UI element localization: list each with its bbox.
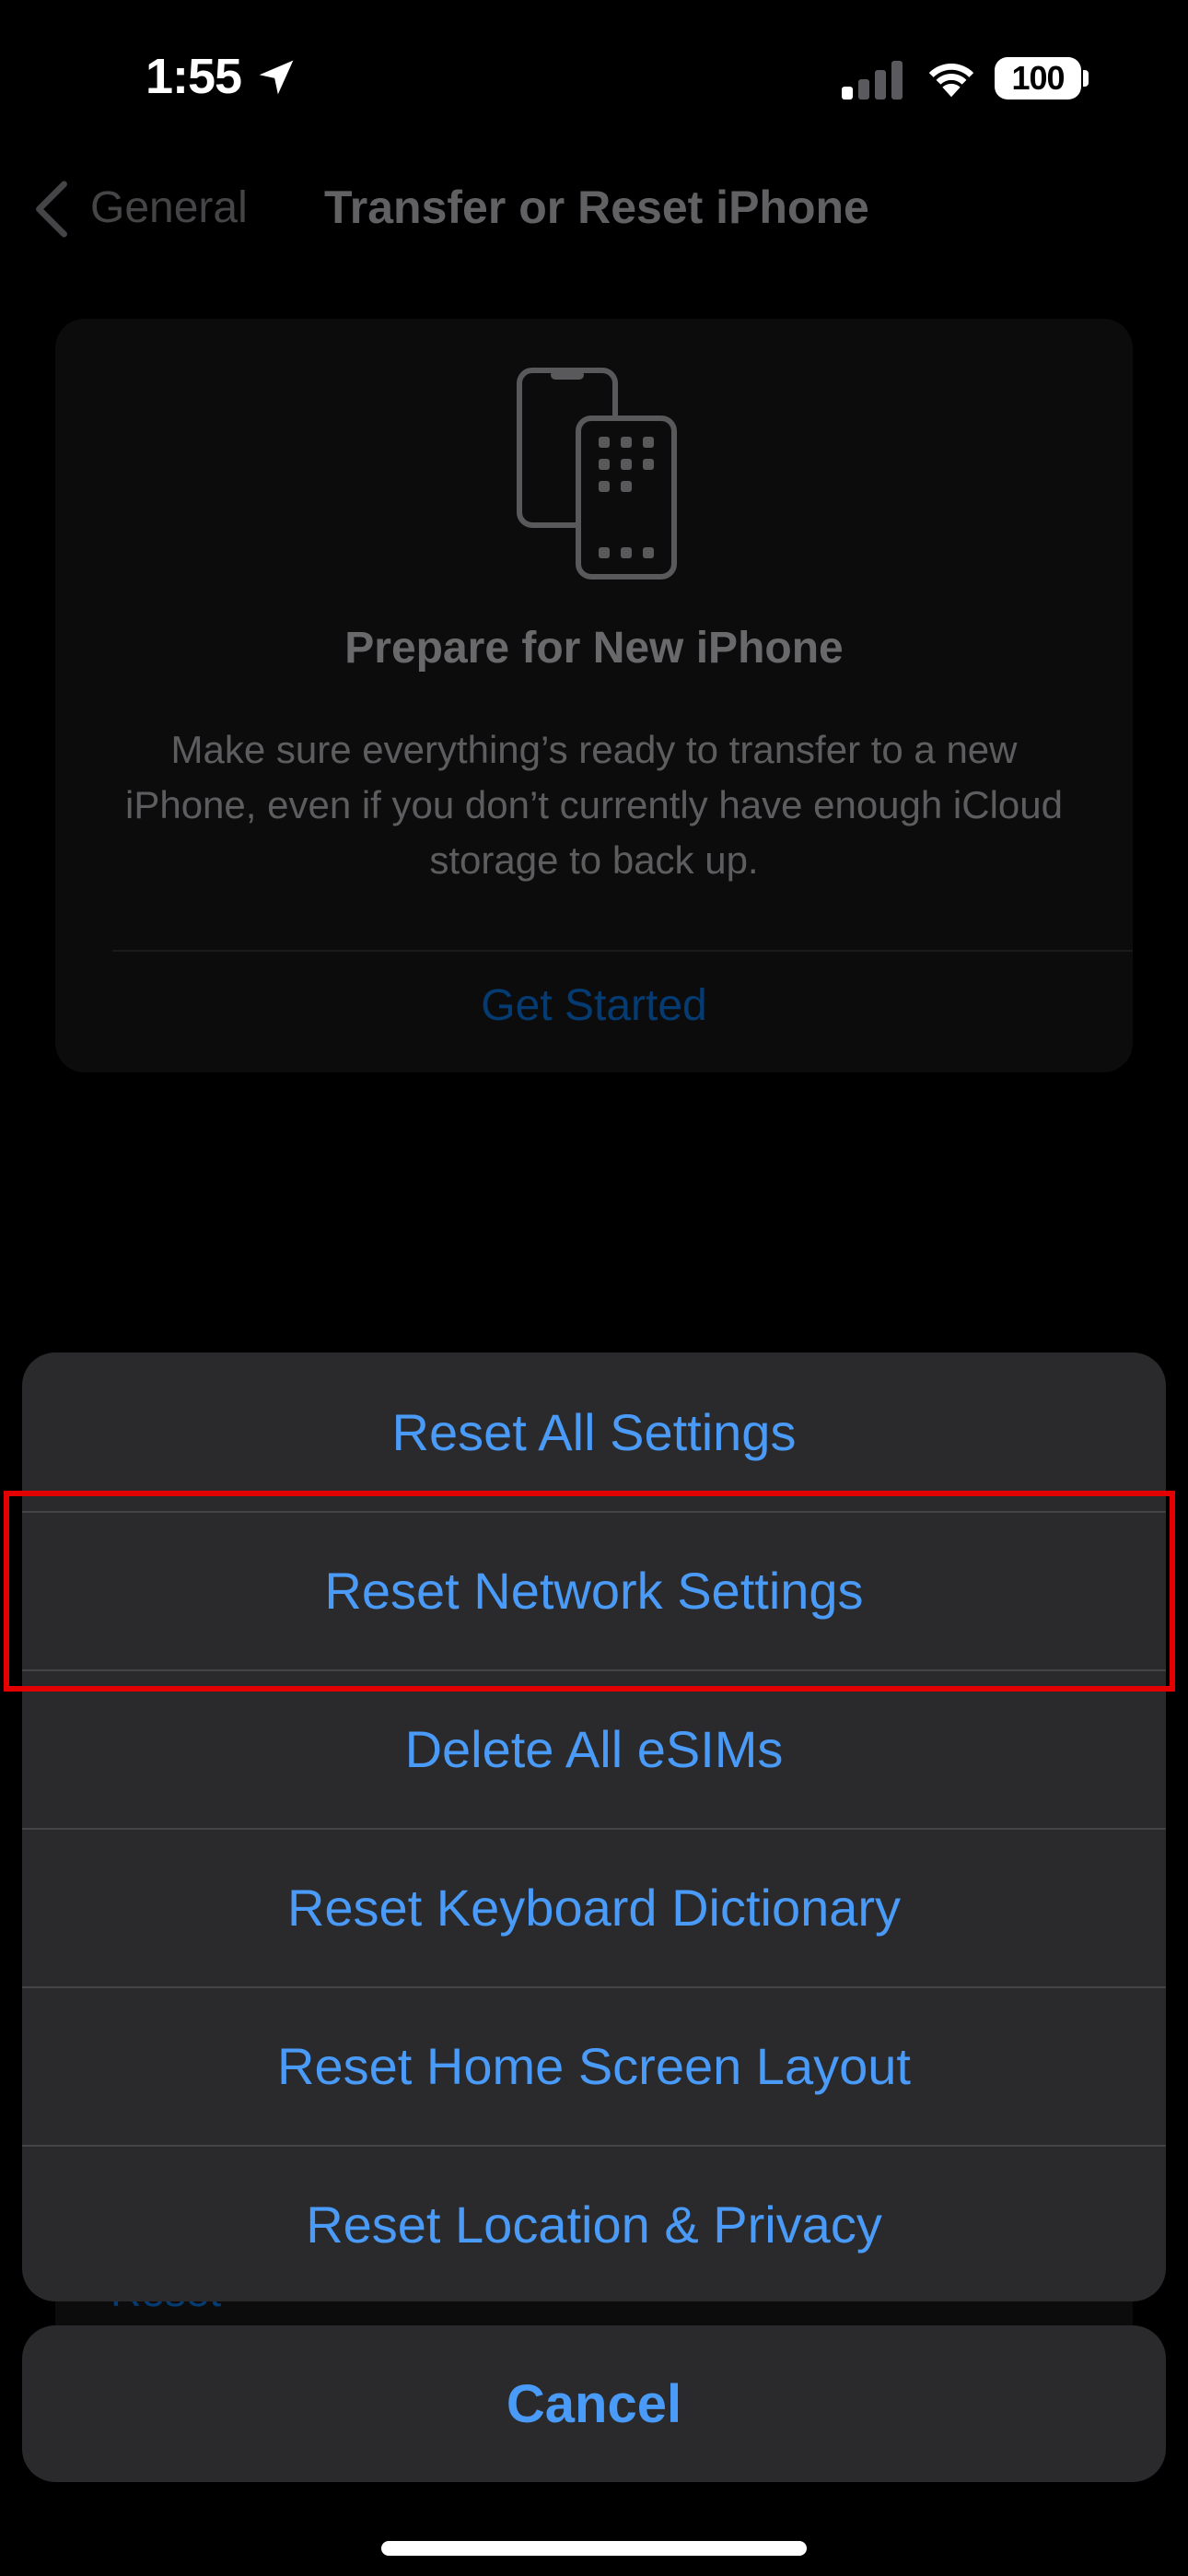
location-arrow-icon <box>259 60 294 95</box>
prepare-title: Prepare for New iPhone <box>344 624 844 673</box>
cellular-signal-icon <box>842 61 903 100</box>
divider <box>112 950 1133 952</box>
reset-home-screen-layout-button[interactable]: Reset Home Screen Layout <box>22 1986 1166 2145</box>
delete-all-esims-button[interactable]: Delete All eSIMs <box>22 1669 1166 1828</box>
battery-level: 100 <box>1011 59 1065 97</box>
nav-bar: General Transfer or Reset iPhone <box>0 166 1188 258</box>
status-time: 1:55 <box>146 49 242 104</box>
back-button[interactable]: General <box>90 182 248 233</box>
home-indicator[interactable] <box>381 2541 807 2556</box>
status-bar: 1:55 100 <box>0 0 1188 157</box>
highlight-annotation <box>4 1491 1175 1692</box>
screen: 1:55 100 General Transfer or Reset iPhon… <box>0 0 1188 2576</box>
battery-nub <box>1083 70 1089 87</box>
reset-keyboard-dictionary-button[interactable]: Reset Keyboard Dictionary <box>22 1828 1166 1986</box>
get-started-button[interactable]: Get Started <box>55 980 1133 1031</box>
phones-transfer-icon <box>517 368 677 580</box>
prepare-description: Make sure everything’s ready to transfer… <box>124 728 1063 882</box>
battery-icon: 100 <box>995 57 1081 100</box>
prepare-card: Prepare for New iPhone Make sure everyth… <box>55 319 1133 1072</box>
reset-all-settings-button[interactable]: Reset All Settings <box>22 1352 1166 1511</box>
page-title: Transfer or Reset iPhone <box>324 181 869 233</box>
chevron-left-icon[interactable] <box>33 181 70 238</box>
wifi-icon <box>928 63 974 98</box>
cancel-button[interactable]: Cancel <box>22 2325 1166 2482</box>
reset-location-privacy-button[interactable]: Reset Location & Privacy <box>22 2145 1166 2301</box>
